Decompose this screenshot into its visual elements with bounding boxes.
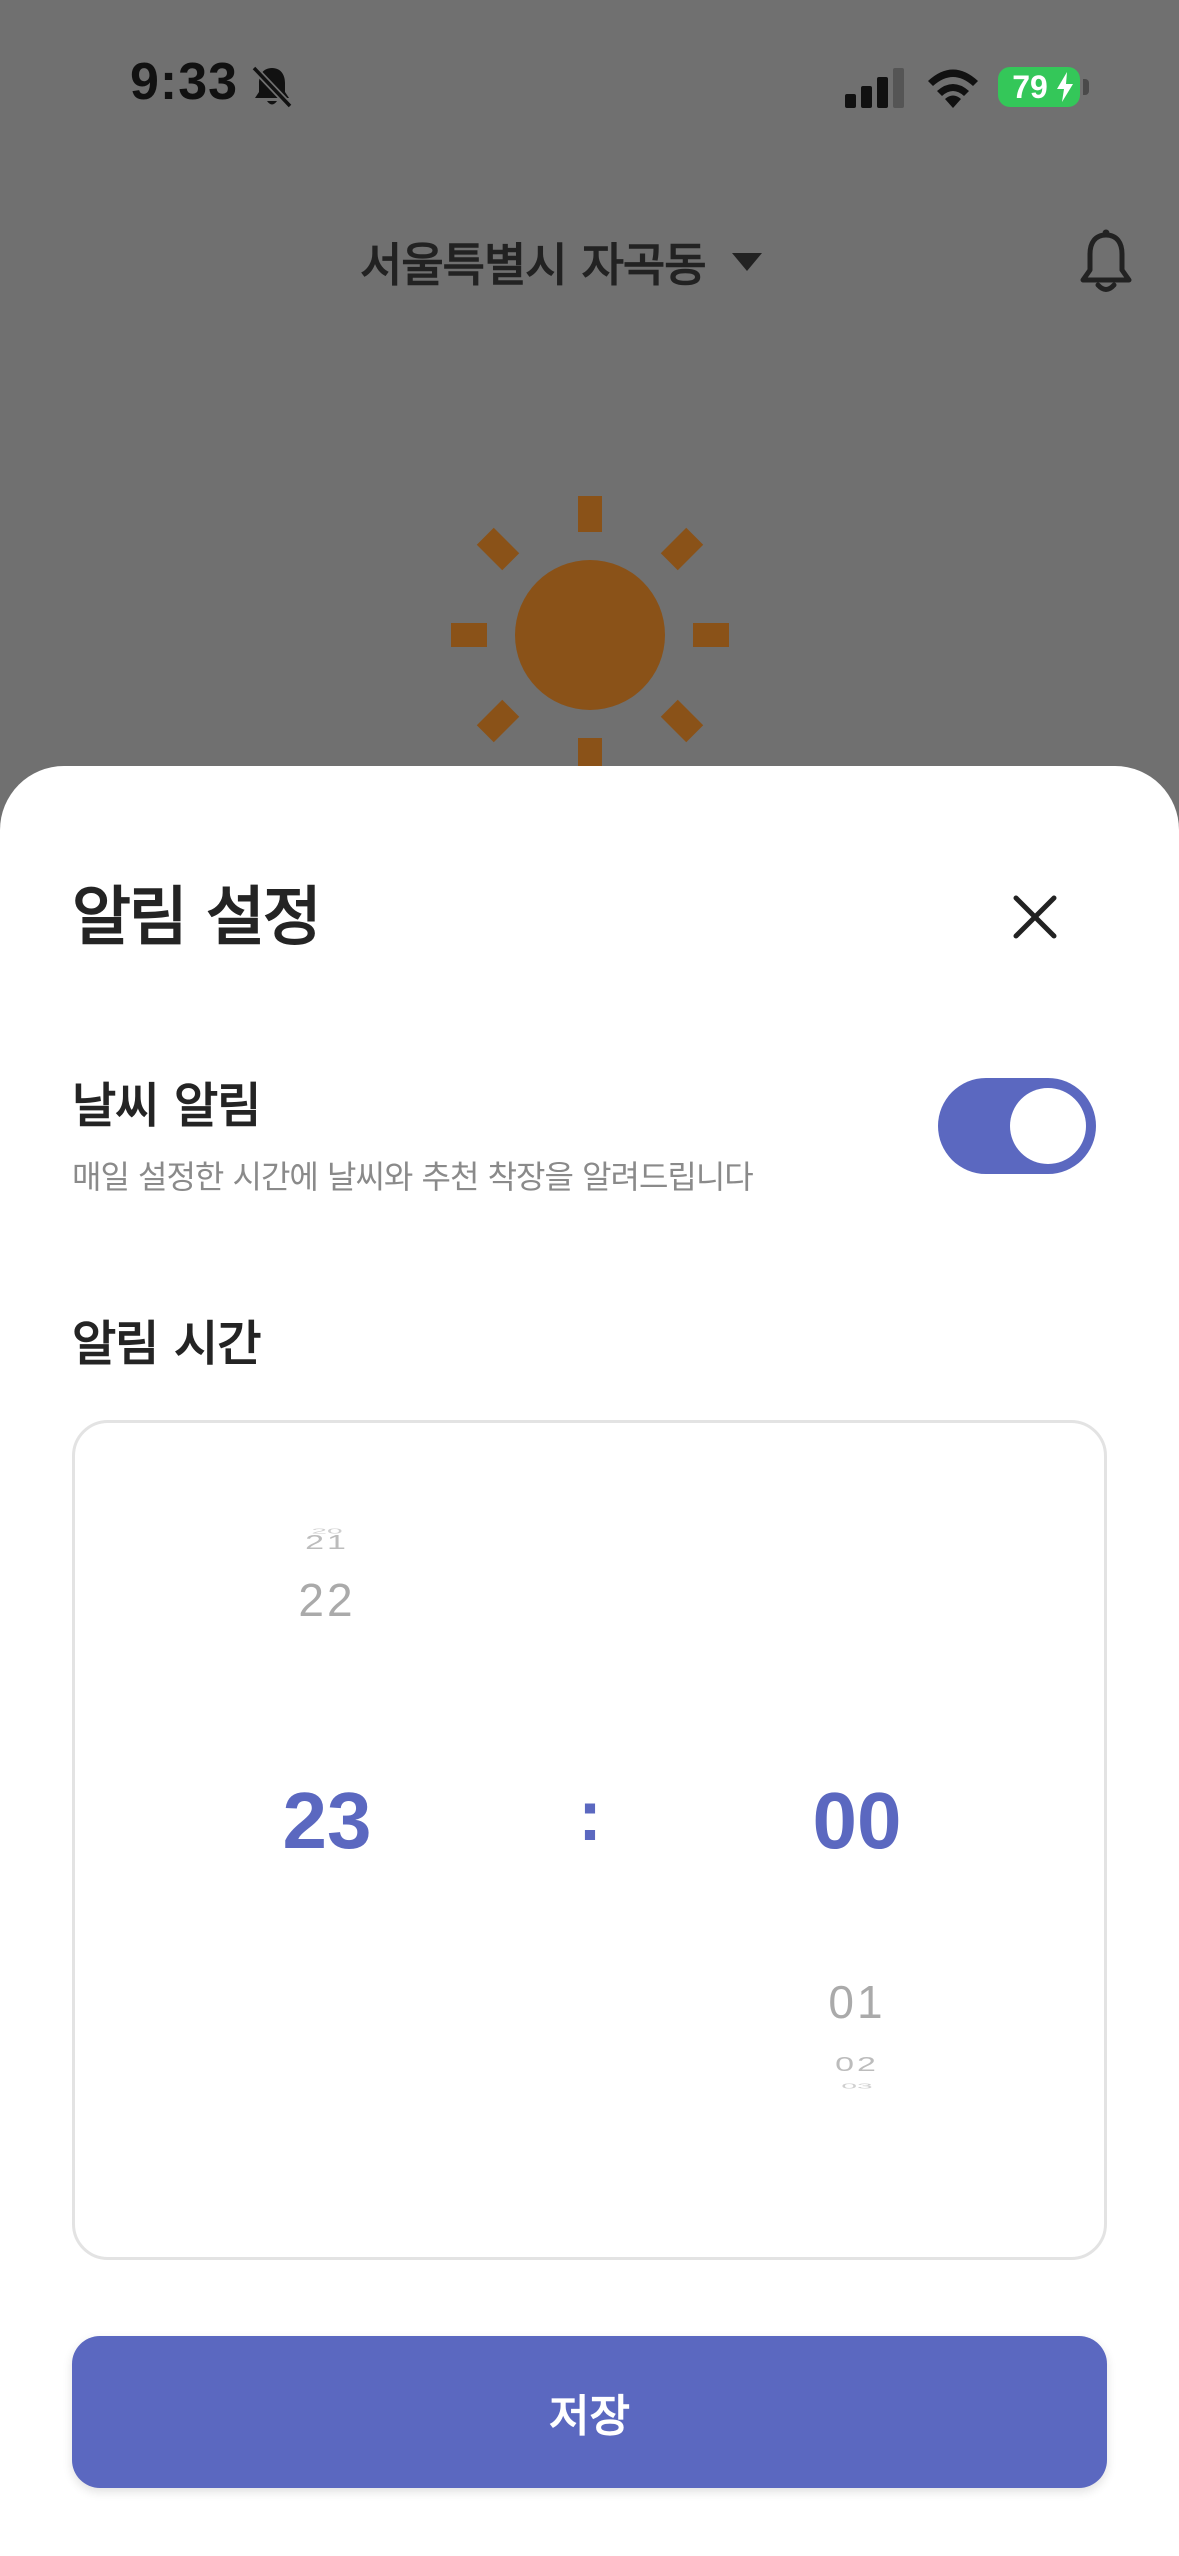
minute-option[interactable]: 02	[737, 2053, 977, 2076]
selected-minute[interactable]: 00	[737, 1775, 977, 1867]
charging-bolt-icon	[1057, 72, 1073, 102]
caret-down-icon	[731, 253, 762, 271]
battery-level: 79	[1012, 68, 1048, 105]
battery-cap	[1083, 79, 1089, 95]
hour-option[interactable]: 21	[207, 1531, 447, 1554]
time-separator: :	[578, 1776, 602, 1856]
save-button[interactable]: 저장	[72, 2336, 1107, 2488]
time-picker[interactable]: 20 21 22 23 : 00 01 02 03	[72, 1420, 1107, 2260]
sheet-title: 알림 설정	[72, 881, 322, 955]
location-label: 서울특별시 자곡동	[360, 238, 707, 292]
status-bar: 9:33 79	[0, 0, 1179, 170]
bell-icon[interactable]	[1078, 228, 1134, 294]
toggle-knob	[1010, 1088, 1086, 1164]
weather-alert-toggle[interactable]	[938, 1078, 1096, 1174]
selected-hour[interactable]: 23	[207, 1775, 447, 1867]
minute-option[interactable]: 01	[737, 1975, 977, 2029]
alarm-time-label: 알림 시간	[72, 1316, 261, 1372]
sun-icon	[451, 496, 729, 774]
bell-slash-icon	[251, 65, 293, 109]
close-icon[interactable]	[1002, 884, 1068, 950]
status-time: 9:33	[130, 53, 239, 111]
hour-option[interactable]: 22	[207, 1573, 447, 1627]
weather-alert-description: 매일 설정한 시간에 날씨와 추천 착장을 알려드립니다	[72, 1158, 754, 1196]
cellular-signal-icon	[845, 68, 904, 108]
minute-option[interactable]: 03	[737, 2082, 977, 2090]
notification-settings-sheet: 알림 설정 날씨 알림 매일 설정한 시간에 날씨와 추천 착장을 알려드립니다…	[0, 766, 1179, 2556]
location-selector[interactable]: 서울특별시 자곡동	[360, 222, 762, 302]
wifi-icon	[928, 69, 978, 108]
weather-alert-title: 날씨 알림	[72, 1078, 261, 1134]
